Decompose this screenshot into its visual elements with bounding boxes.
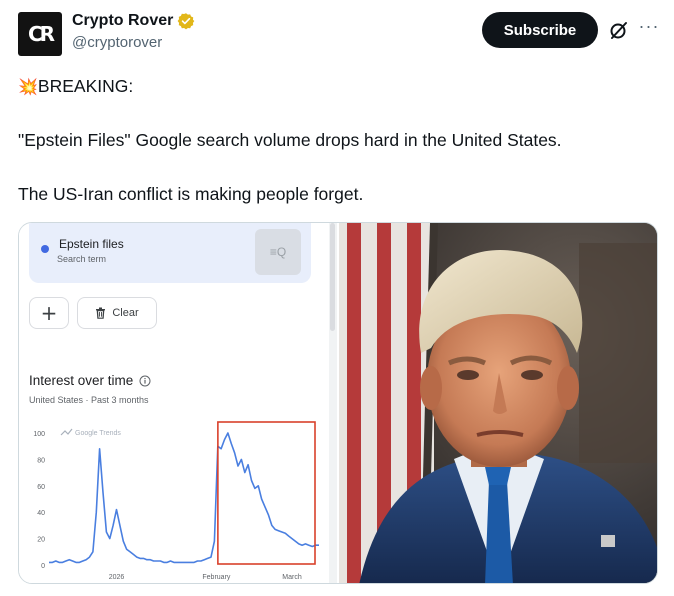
series-line-epstein-files: [49, 432, 319, 564]
clear-label: Clear: [112, 307, 139, 319]
tweet-line-conclusion: The US-Iran conflict is making people fo…: [18, 184, 364, 204]
trends-screenshot[interactable]: Epstein files Search term ≡Q + Clear Int…: [19, 223, 337, 583]
more-icon[interactable]: ···: [638, 17, 660, 39]
portrait-photo[interactable]: [339, 223, 657, 583]
search-term-chip: Epstein files Search term ≡Q: [29, 223, 311, 283]
chart-title: Interest over time: [29, 373, 151, 388]
name-row: Crypto Rover: [72, 12, 195, 30]
display-name[interactable]: Crypto Rover: [72, 12, 173, 30]
tweet-header: CR Crypto Rover @cryptorover Subscribe ·…: [18, 12, 658, 58]
search-term-panel: Epstein files Search term ≡Q + Clear: [19, 223, 329, 351]
chart-subtitle: United States · Past 3 months: [29, 395, 149, 405]
breaking-label: BREAKING:: [37, 76, 134, 96]
verified-badge-icon: [178, 13, 195, 30]
search-filter-icon: ≡Q: [255, 229, 301, 275]
y-tick-label: 80: [37, 457, 45, 464]
collision-emoji-icon: 💥: [18, 79, 38, 96]
scrollbar-thumb: [330, 223, 335, 331]
series-dot: [41, 245, 49, 253]
grok-icon[interactable]: [608, 19, 630, 41]
x-tick-label: March: [282, 574, 302, 581]
avatar-logo: CR: [27, 22, 55, 46]
search-term-name: Epstein files: [59, 237, 124, 251]
google-trends-watermark: Google Trends: [75, 430, 121, 437]
chart-title-text: Interest over time: [29, 373, 134, 388]
tweet-line-main: "Epstein Files" Google search volume dro…: [18, 130, 562, 150]
highlight-box: [217, 421, 316, 565]
y-tick-label: 0: [41, 563, 45, 570]
y-tick-label: 40: [37, 510, 45, 517]
info-icon: [139, 375, 151, 386]
portrait-image: [339, 223, 657, 583]
subscribe-button[interactable]: Subscribe: [482, 12, 598, 48]
media-grid[interactable]: Epstein files Search term ≡Q + Clear Int…: [18, 222, 658, 584]
handle[interactable]: @cryptorover: [72, 34, 162, 51]
interest-line-chart: 0 20 40 60 80 100 Google Trends 2026 February Mar…: [33, 421, 319, 581]
avatar[interactable]: CR: [18, 12, 62, 56]
interest-chart-card: Interest over time United States · Past …: [19, 351, 329, 583]
y-tick-label: 60: [37, 484, 45, 491]
clear-button: Clear: [77, 297, 157, 329]
y-tick-label: 20: [37, 537, 45, 544]
add-term-button: +: [29, 297, 69, 329]
search-term-sub: Search term: [57, 254, 107, 264]
y-tick-label: 100: [33, 431, 45, 438]
tweet-line-breaking: 💥BREAKING:: [18, 74, 133, 100]
x-tick-label: 2026: [109, 574, 125, 581]
google-trends-logo-icon: [60, 428, 73, 436]
trash-icon: [96, 307, 106, 319]
x-tick-label: February: [202, 574, 231, 581]
